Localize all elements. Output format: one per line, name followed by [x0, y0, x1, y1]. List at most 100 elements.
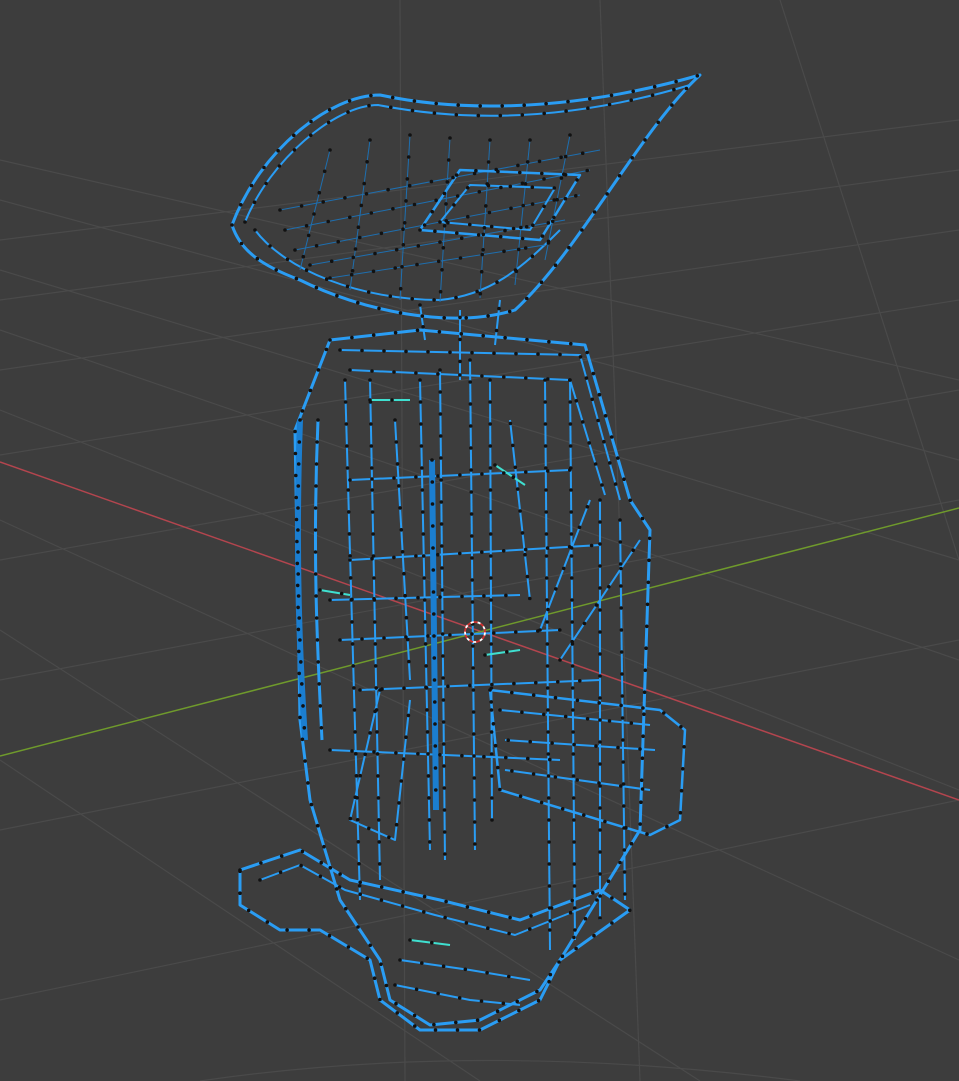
vertex-dot — [578, 679, 582, 683]
vertex-dot — [294, 276, 299, 281]
vertex-dot — [640, 516, 645, 521]
vertex-dot — [572, 840, 576, 844]
vertex-dot — [598, 762, 602, 766]
vertex-dot — [598, 586, 602, 590]
vertex-dot — [397, 484, 401, 488]
vertex-dot — [631, 548, 635, 552]
vertex-dot — [523, 182, 528, 186]
vertex-dot — [369, 422, 373, 426]
vertex-dot — [355, 818, 360, 822]
vertex-dot — [393, 418, 397, 422]
vertex-dot — [413, 1024, 417, 1028]
vertex-dot — [469, 512, 474, 516]
vertex-dot — [354, 774, 359, 778]
vertex-dot — [552, 215, 556, 220]
vertex-dot — [568, 444, 573, 448]
vertex-dot — [377, 862, 382, 866]
viewport-canvas[interactable] — [0, 0, 959, 1081]
vertex-dot — [384, 983, 389, 988]
vertex-dot — [488, 400, 492, 404]
vertex-dot — [436, 552, 440, 557]
vertex-dot — [464, 316, 469, 320]
vertex-dot — [555, 197, 559, 202]
vertex-dot — [549, 906, 554, 910]
vertex-dot — [278, 208, 282, 212]
vertex-dot — [545, 598, 549, 602]
vertex-dot — [560, 807, 565, 811]
vertex-dot — [319, 860, 324, 865]
vertex-dot — [337, 885, 342, 889]
vertex-dot — [356, 225, 361, 229]
vertex-dot — [377, 818, 381, 822]
vertex-dot — [640, 787, 645, 791]
vertex-dot — [328, 148, 332, 152]
vertex-dot — [641, 706, 645, 710]
vertex-dot — [591, 371, 596, 376]
vertex-dot — [620, 672, 624, 676]
vertex-dot — [426, 752, 430, 756]
vertex-dot — [507, 931, 511, 936]
vertex-dot — [454, 113, 459, 117]
wireframe-model[interactable] — [230, 73, 702, 1032]
vertex-dot — [545, 620, 549, 624]
vertex-dot — [488, 532, 493, 536]
vertex-dot — [350, 597, 354, 602]
vertex-dot — [566, 99, 570, 104]
vertex-dot — [454, 173, 459, 177]
vertex-dot — [264, 181, 268, 186]
vertex-dot — [569, 532, 574, 536]
vertex-dot — [638, 747, 642, 751]
vertex-dot — [458, 359, 462, 364]
vertex-dot — [472, 732, 476, 736]
vertex-dot — [317, 190, 322, 195]
vertex-dot — [459, 332, 464, 336]
vertex-dot — [277, 164, 282, 168]
vertex-dot — [297, 671, 302, 676]
vertex-dot — [573, 928, 577, 932]
vertex-dot — [441, 654, 445, 658]
vertex-dot — [468, 380, 473, 384]
vertex-dot — [534, 680, 538, 685]
vertex-dot — [574, 399, 579, 403]
vertex-dot — [503, 335, 507, 340]
vertex-dot — [392, 476, 396, 480]
vertex-dot — [285, 928, 289, 932]
vertex-dot — [640, 756, 645, 760]
vertex-dot — [477, 190, 482, 194]
vertex-dot — [498, 113, 503, 118]
vertex-dot — [508, 915, 512, 920]
vertex-dot — [509, 206, 513, 211]
vertex-dot — [531, 772, 536, 776]
vertex-dot — [296, 627, 301, 632]
vertex-dot — [404, 735, 408, 739]
vertex-dot — [446, 220, 450, 225]
vertex-dot — [472, 754, 476, 758]
vertex-dot — [513, 465, 518, 470]
vertex-dot — [645, 624, 649, 629]
vertex-dot — [478, 291, 483, 296]
vertex-dot — [497, 1018, 502, 1023]
vertex-dot — [294, 473, 298, 478]
vertex-dot — [309, 133, 313, 137]
vertex-dot — [543, 422, 548, 426]
vertex-dot — [512, 681, 516, 686]
vertex-dot — [695, 74, 700, 78]
3d-viewport[interactable] — [0, 0, 959, 1081]
vertex-dot — [402, 686, 406, 690]
vertex-dot — [422, 598, 427, 602]
vertex-dot — [508, 184, 513, 189]
vertex-dot — [429, 179, 434, 184]
vertex-dot — [428, 840, 432, 844]
vertex-dot — [398, 958, 402, 962]
vertex-dot — [546, 241, 551, 245]
vertex-dot — [367, 103, 371, 108]
vertex-dot — [507, 974, 511, 979]
vertex-dot — [545, 642, 550, 646]
vertex-dot — [259, 861, 263, 865]
vertex-dot — [548, 928, 552, 932]
vertex-dot — [469, 468, 473, 472]
vertex-dot — [314, 462, 319, 466]
vertex-dot — [377, 306, 381, 311]
vertex-dot — [568, 133, 572, 137]
vertex-dot — [471, 710, 476, 714]
